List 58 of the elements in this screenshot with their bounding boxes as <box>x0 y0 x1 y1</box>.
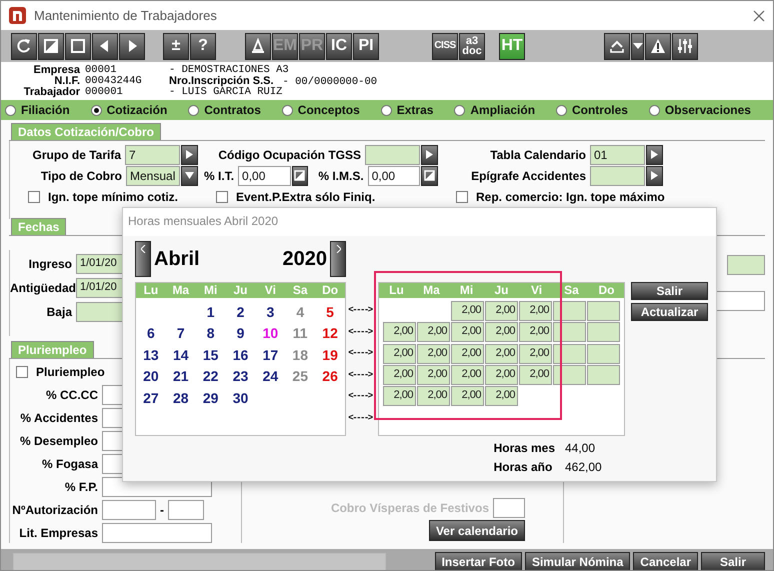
weekday-label: Sa <box>292 283 309 298</box>
link-arrow: <----> <box>348 368 372 382</box>
section-title: Fechas <box>11 218 66 235</box>
weekday-label: Ma <box>171 283 190 298</box>
field-label: % Accidentes <box>19 411 98 425</box>
total-label: Horas año <box>494 460 554 474</box>
field-label: Cobro Vísperas de Festivos <box>330 501 489 515</box>
field-value: 00001 <box>85 65 118 76</box>
weekday-label: Sa <box>563 283 580 298</box>
weekday-label: Mi <box>202 283 218 298</box>
field-label: Código Ocupación TGSS <box>218 148 361 162</box>
field-label: Nro.Inscripción S.S. <box>169 76 275 87</box>
link-arrow: <----> <box>348 390 372 403</box>
link-arrow: <----> <box>348 326 372 338</box>
weekday-label: Do <box>598 283 616 298</box>
field-label: % Fogasa <box>40 457 98 471</box>
field-label: N.I.F. <box>54 76 81 87</box>
weekday-label: Ma <box>422 283 441 298</box>
field-label: % Desempleo <box>18 434 98 448</box>
field-value: - 00/0000000-00 <box>282 77 378 88</box>
section-title: Pluriempleo <box>11 341 94 358</box>
field-label: % I.M.S. <box>318 168 364 182</box>
total-value: 462,00 <box>565 460 603 474</box>
field-label: Grupo de Tarifa <box>32 148 121 162</box>
weekday-label: Mi <box>458 283 474 298</box>
field-label: Tabla Calendario <box>490 148 586 162</box>
weekday-label: Lu <box>388 283 405 298</box>
field-label: Lit. Empresas <box>18 526 98 540</box>
field-label: NºAutorización <box>11 503 98 517</box>
window-title: Mantenimiento de Trabajadores <box>34 8 218 23</box>
field-label: % F.P. <box>64 480 98 494</box>
field-value: - LUIS GARCIA RUIZ <box>169 87 282 98</box>
field-label: % I.T. <box>204 168 234 182</box>
field-value: 000001 <box>85 87 124 98</box>
link-arrow: <----> <box>348 347 372 360</box>
weekday-label: Lu <box>142 283 160 298</box>
total-value: 44,00 <box>565 441 596 455</box>
weekday-label: Vi <box>264 283 277 298</box>
link-arrow: <----> <box>348 412 372 424</box>
field-label: Tipo de Cobro <box>40 168 122 182</box>
field-label: Ingreso <box>28 257 72 271</box>
weekday-label: Ju <box>493 283 510 298</box>
weekday-label: Ju <box>232 283 248 298</box>
field-label: Epígrafe Accidentes <box>471 168 586 182</box>
field-value: - DEMOSTRACIONES A3 <box>169 65 289 76</box>
total-label: Horas mes <box>494 441 555 455</box>
field-label: % CC.CC <box>44 388 98 402</box>
field-label: Trabajador <box>22 87 81 98</box>
field-label: Baja <box>46 305 72 319</box>
field-label: Empresa <box>32 65 81 76</box>
dialog-title: Horas mensuales Abril 2020 <box>123 208 716 236</box>
link-arrow: <----> <box>348 304 372 317</box>
year-label: 2020 <box>282 248 327 270</box>
weekday-label: Vi <box>530 283 544 298</box>
separator-text: - <box>160 503 164 517</box>
weekday-label: Do <box>321 283 340 298</box>
field-value: 00043244G <box>85 76 143 87</box>
section-title: Datos Cotización/Cobro <box>11 123 162 140</box>
